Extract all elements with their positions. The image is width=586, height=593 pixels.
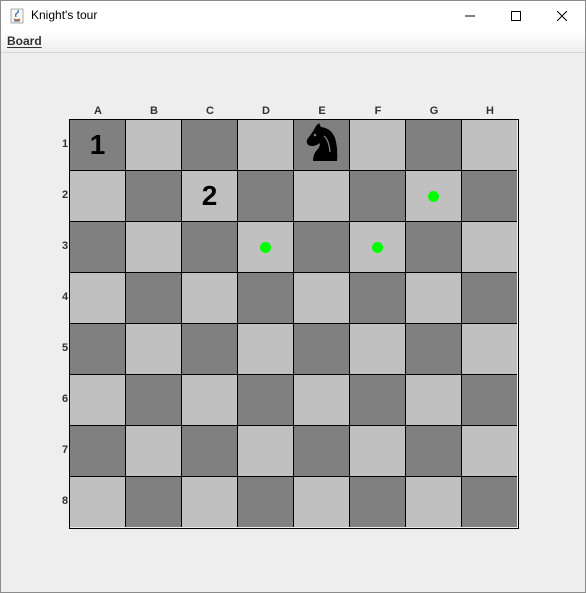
square-e2[interactable] [294,171,350,222]
square-g7[interactable] [406,426,462,477]
square-b5[interactable] [126,324,182,375]
square-e4[interactable] [294,273,350,324]
app-window: Knight's tour Board ABCDEFGH 12345678 12 [0,0,586,593]
window-title: Knight's tour [31,8,98,22]
title-bar[interactable]: Knight's tour [1,1,585,31]
board-menu[interactable]: Board [7,34,42,48]
column-label-e: E [318,105,326,117]
square-g2[interactable] [406,171,462,222]
square-a2[interactable] [70,171,126,222]
square-d5[interactable] [238,324,294,375]
square-c2[interactable]: 2 [182,171,238,222]
square-e7[interactable] [294,426,350,477]
minimize-button[interactable] [447,1,493,31]
java-app-icon [10,8,24,24]
column-label-g: G [429,105,439,117]
square-c8[interactable] [182,477,238,527]
column-label-d: D [262,105,270,117]
square-b7[interactable] [126,426,182,477]
square-d8[interactable] [238,477,294,527]
square-f2[interactable] [350,171,406,222]
possible-move-dot [372,241,383,253]
square-e3[interactable] [294,222,350,273]
column-label-c: C [206,105,214,117]
move-number: 1 [89,129,106,160]
square-a4[interactable] [70,273,126,324]
square-d3[interactable] [238,222,294,273]
square-h1[interactable] [462,120,517,171]
square-c6[interactable] [182,375,238,426]
square-a5[interactable] [70,324,126,375]
column-label-b: B [150,105,158,117]
square-h2[interactable] [462,171,517,222]
square-g1[interactable] [406,120,462,171]
square-a3[interactable] [70,222,126,273]
column-label-h: H [486,105,494,117]
square-g5[interactable] [406,324,462,375]
square-b2[interactable] [126,171,182,222]
square-f6[interactable] [350,375,406,426]
square-f7[interactable] [350,426,406,477]
square-g8[interactable] [406,477,462,527]
square-a1[interactable]: 1 [70,120,126,171]
move-number: 2 [201,180,218,211]
chess-board: 12 [69,119,519,529]
square-c7[interactable] [182,426,238,477]
square-h4[interactable] [462,273,517,324]
square-h6[interactable] [462,375,517,426]
square-h5[interactable] [462,324,517,375]
square-b1[interactable] [126,120,182,171]
square-e6[interactable] [294,375,350,426]
square-c3[interactable] [182,222,238,273]
square-c4[interactable] [182,273,238,324]
column-label-f: F [374,105,382,117]
square-h7[interactable] [462,426,517,477]
maximize-button[interactable] [493,1,539,31]
column-label-a: A [94,105,102,117]
square-f3[interactable] [350,222,406,273]
square-d6[interactable] [238,375,294,426]
square-d1[interactable] [238,120,294,171]
square-g3[interactable] [406,222,462,273]
square-e1[interactable] [294,120,350,171]
square-b8[interactable] [126,477,182,527]
square-a7[interactable] [70,426,126,477]
square-c1[interactable] [182,120,238,171]
possible-move-dot [260,241,271,253]
square-e5[interactable] [294,324,350,375]
square-h3[interactable] [462,222,517,273]
square-f5[interactable] [350,324,406,375]
square-g6[interactable] [406,375,462,426]
square-e8[interactable] [294,477,350,527]
square-d7[interactable] [238,426,294,477]
knight-icon [304,122,340,168]
content-area: ABCDEFGH 12345678 12 [1,53,585,592]
square-b6[interactable] [126,375,182,426]
square-f1[interactable] [350,120,406,171]
square-a8[interactable] [70,477,126,527]
square-g4[interactable] [406,273,462,324]
square-h8[interactable] [462,477,517,527]
square-d4[interactable] [238,273,294,324]
close-button[interactable] [539,1,585,31]
square-a6[interactable] [70,375,126,426]
square-d2[interactable] [238,171,294,222]
square-c5[interactable] [182,324,238,375]
square-b3[interactable] [126,222,182,273]
square-f4[interactable] [350,273,406,324]
square-f8[interactable] [350,477,406,527]
menu-bar: Board [1,31,585,53]
possible-move-dot [428,190,439,202]
square-b4[interactable] [126,273,182,324]
